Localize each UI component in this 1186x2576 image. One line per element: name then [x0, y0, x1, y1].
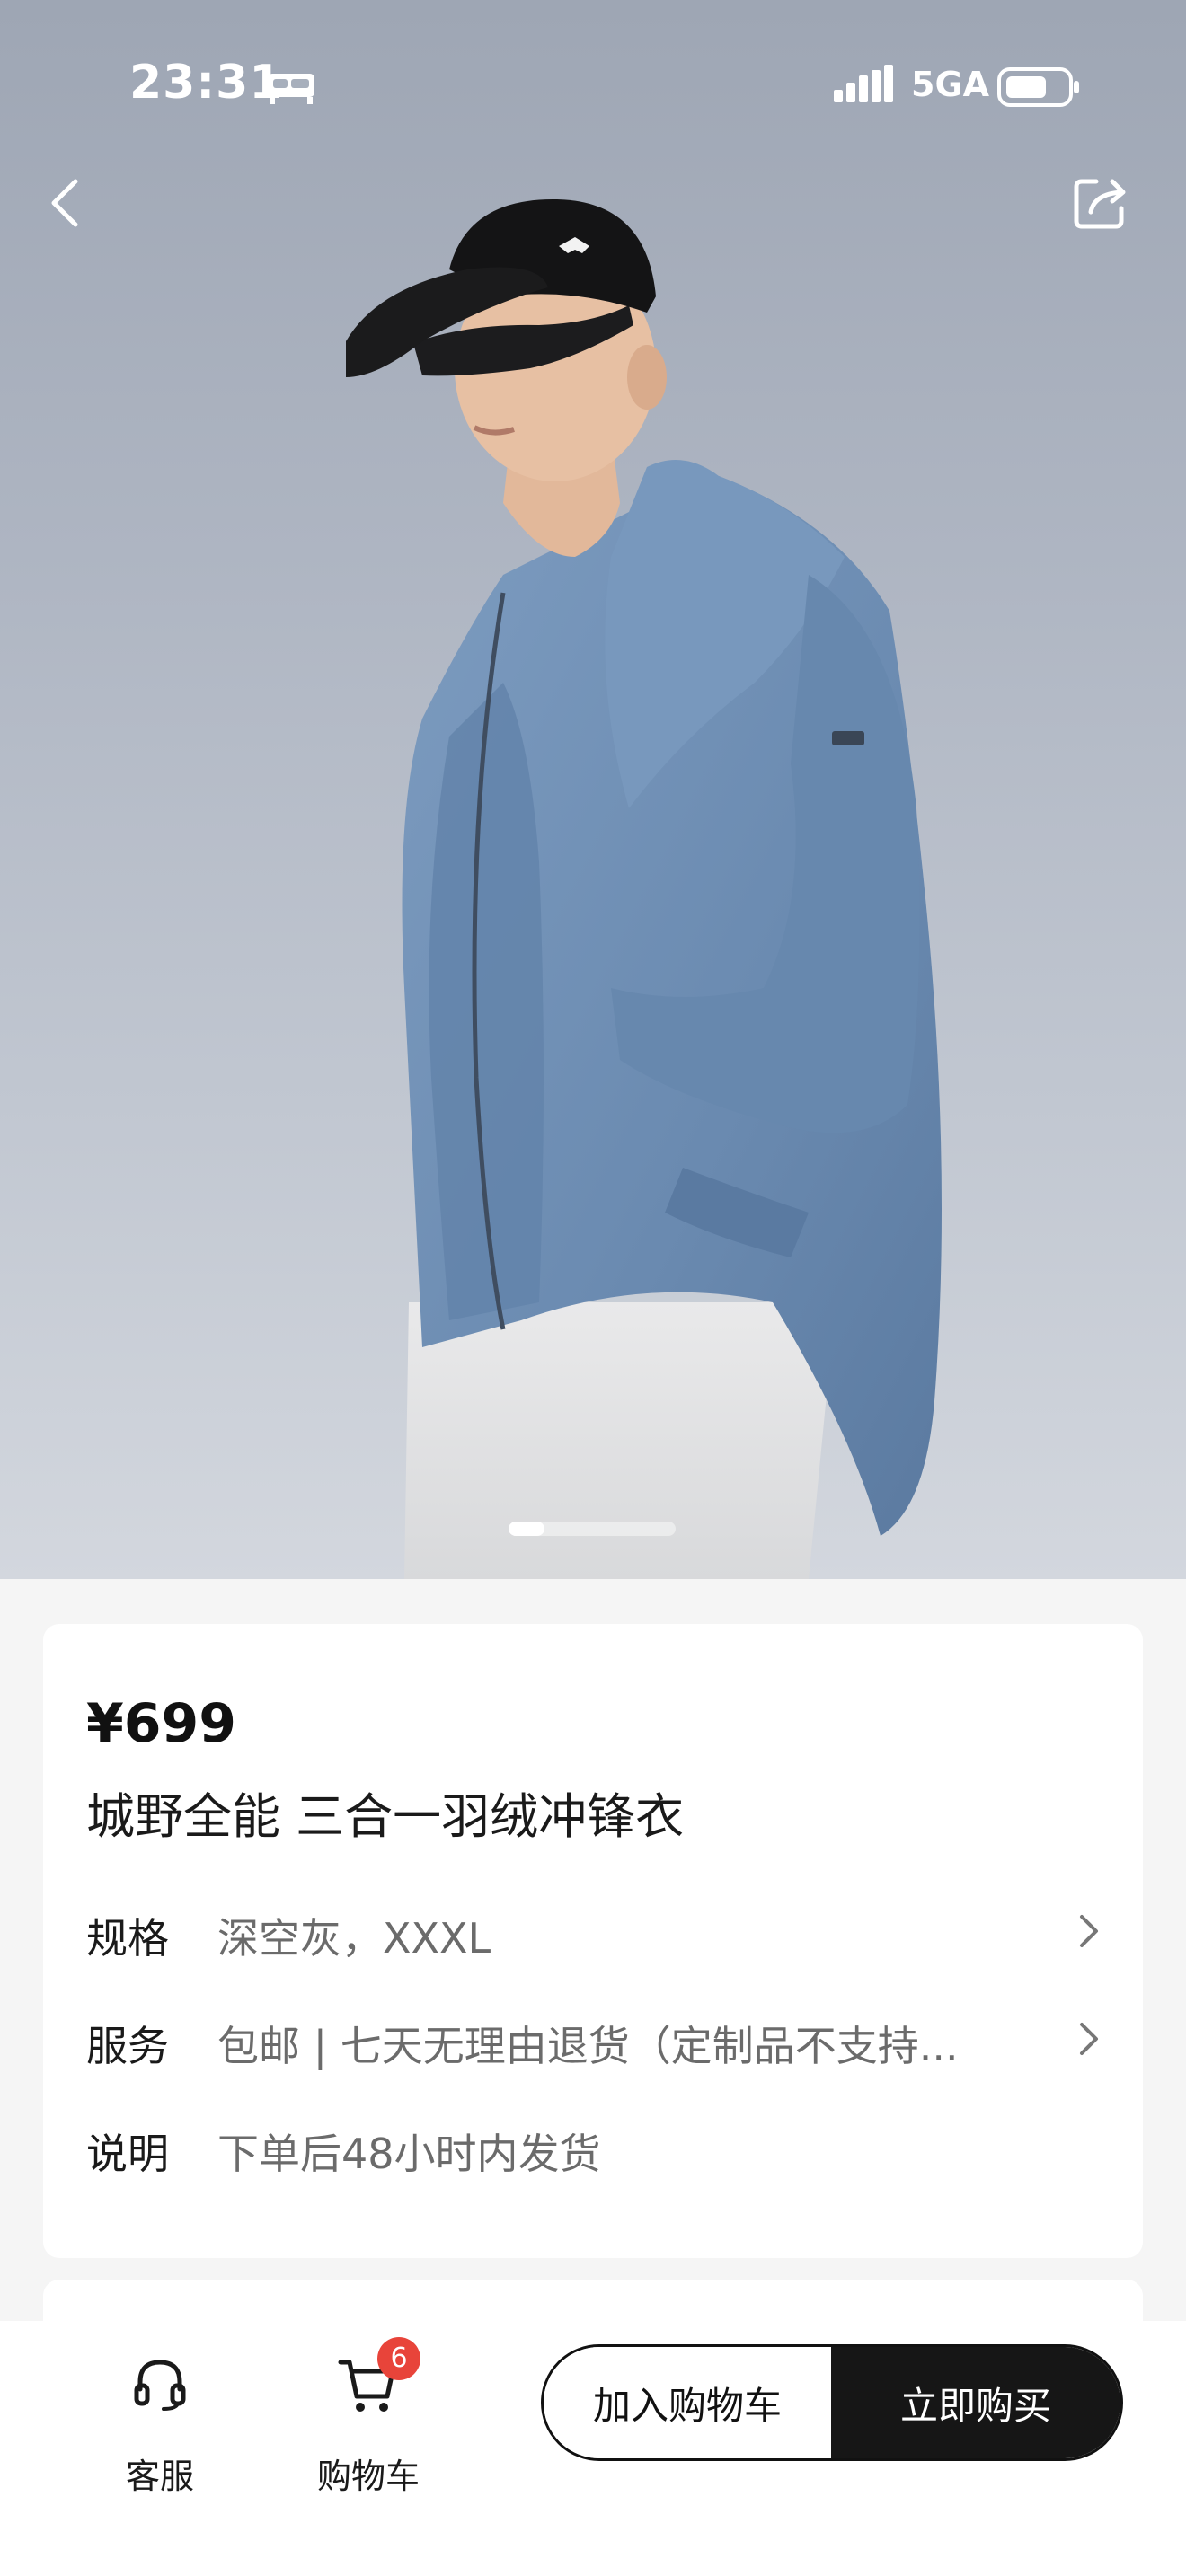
spec-row[interactable]: 规格 深空灰，XXXL: [86, 1899, 1102, 1963]
add-to-cart-button[interactable]: 加入购物车: [544, 2347, 831, 2458]
spec-label: 规格: [86, 1914, 169, 1963]
product-info-card: ¥699 城野全能 三合一羽绒冲锋衣 规格 深空灰，XXXL 服务 包邮 | 七…: [43, 1624, 1143, 2258]
status-time: 23:31: [129, 56, 283, 110]
cart-label: 购物车: [316, 2457, 420, 2496]
spec-value: 深空灰，XXXL: [217, 1914, 491, 1963]
product-title: 城野全能 三合一羽绒冲锋衣: [86, 1788, 685, 1845]
product-photo: [346, 198, 942, 1579]
buy-now-button[interactable]: 立即购买: [831, 2347, 1120, 2458]
chevron-left-icon: [51, 179, 78, 227]
signal-icon: [834, 65, 893, 102]
product-image-carousel[interactable]: 23:31 5GA: [0, 0, 1186, 1579]
network-type: 5GA: [911, 65, 990, 104]
headset-icon: [134, 2360, 186, 2411]
battery-icon: [997, 67, 1079, 107]
customer-service-button[interactable]: 客服: [97, 2355, 223, 2499]
cart-button[interactable]: 6 购物车: [305, 2337, 431, 2499]
carousel-pager: [509, 1522, 676, 1536]
chevron-right-icon: [1080, 2023, 1098, 2055]
note-value: 下单后48小时内发货: [217, 2130, 601, 2178]
note-label: 说明: [86, 2130, 169, 2178]
chevron-right-icon: [1080, 1915, 1098, 1947]
service-value: 包邮 | 七天无理由退货（定制品不支持...: [217, 2022, 959, 2070]
bed-icon: [268, 74, 314, 104]
back-button[interactable]: [40, 165, 93, 237]
bottom-action-bar: 客服 6 购物车 加入购物车 立即购买: [0, 2321, 1186, 2576]
service-row[interactable]: 服务 包邮 | 七天无理由退货（定制品不支持...: [86, 2007, 1102, 2070]
shipping-note-row: 说明 下单后48小时内发货: [86, 2114, 1102, 2178]
service-label: 服务: [86, 2022, 169, 2070]
status-bar: 23:31 5GA: [0, 0, 1186, 171]
purchase-button-group: 加入购物车 立即购买: [541, 2344, 1123, 2461]
share-icon: [1074, 179, 1126, 229]
product-price: ¥699: [86, 1692, 236, 1755]
share-button[interactable]: [1069, 171, 1132, 234]
carousel-pager-active: [509, 1522, 544, 1536]
customer-service-label: 客服: [125, 2457, 194, 2496]
cart-count-badge: 6: [377, 2337, 420, 2380]
